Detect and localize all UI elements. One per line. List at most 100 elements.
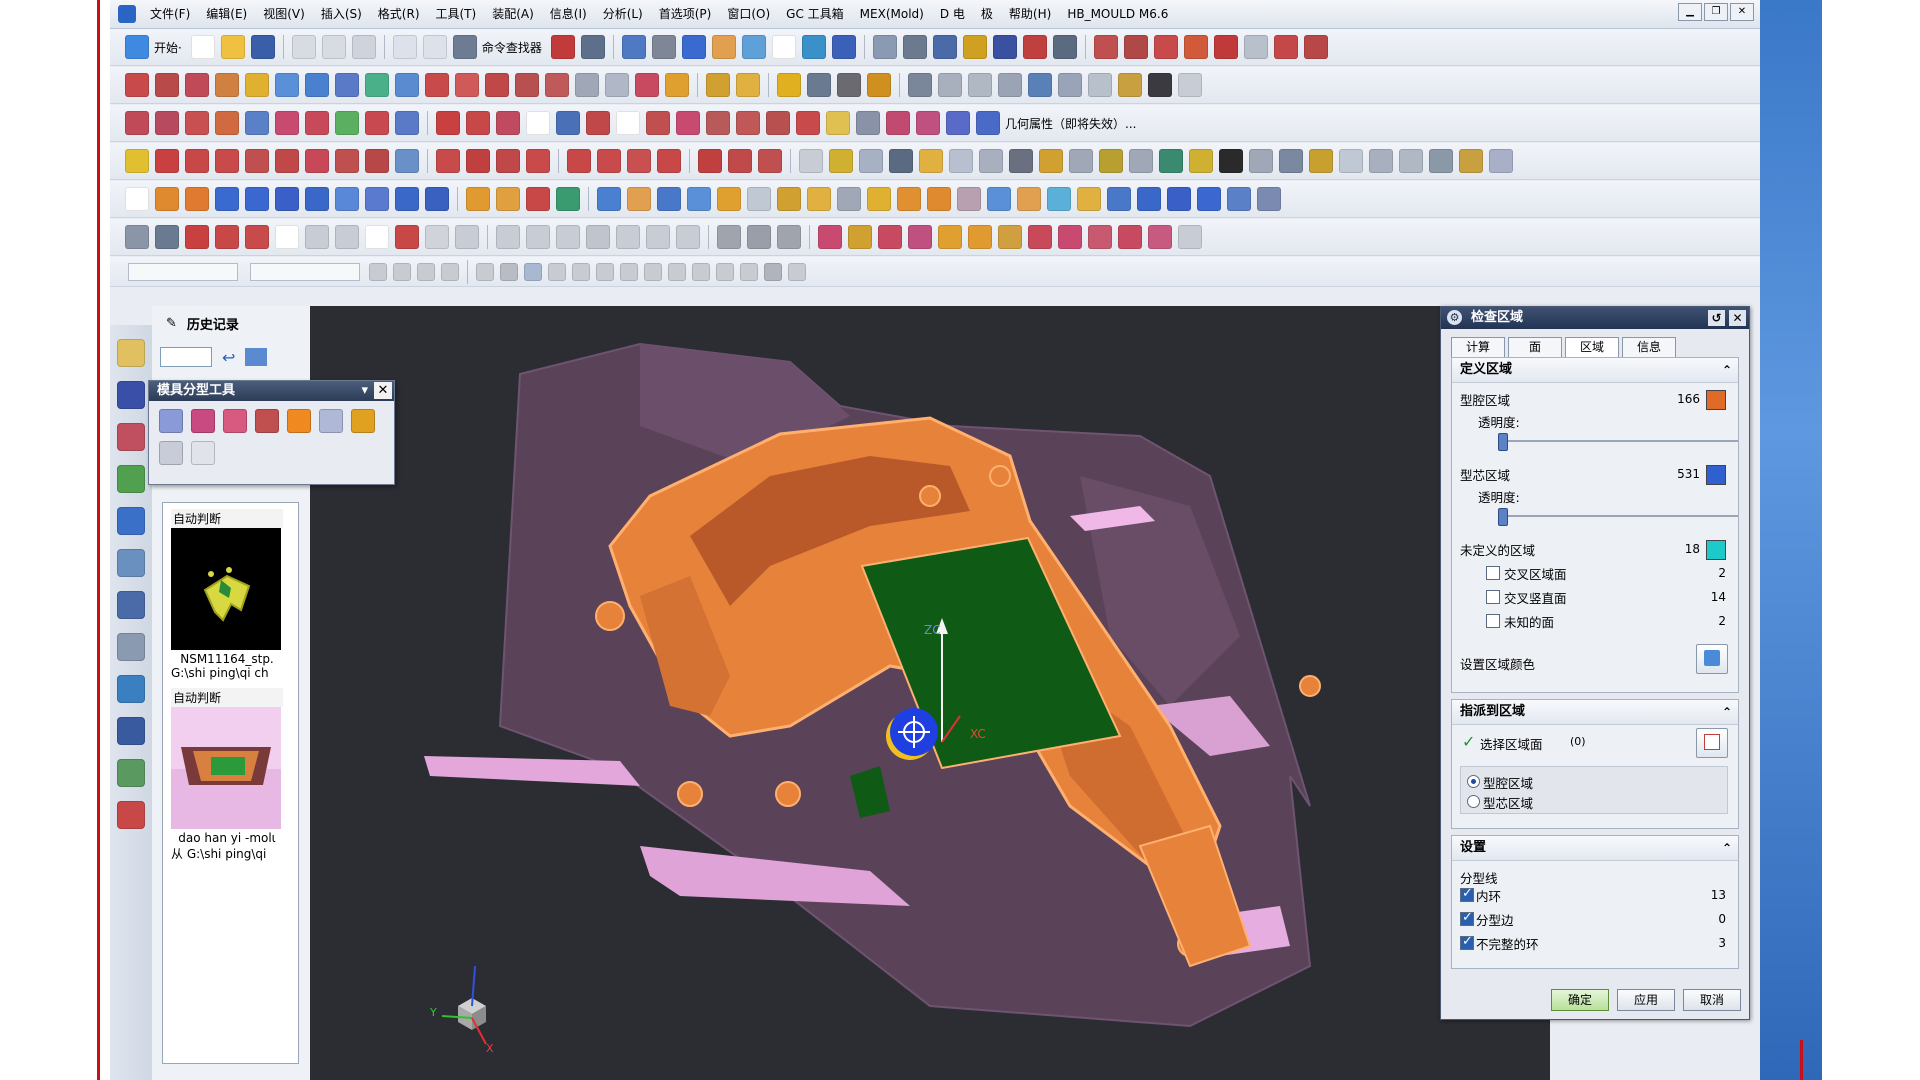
diag-gray-icon[interactable]: [740, 262, 758, 281]
fillet-curve-icon[interactable]: [1213, 35, 1238, 59]
mold-cavity-icon[interactable]: [878, 225, 902, 249]
dialog-titlebar[interactable]: ⚙ 检查区域 ↺ ✕: [1441, 307, 1749, 329]
menu-info[interactable]: 信息(I): [542, 0, 595, 28]
sketch-circle-icon[interactable]: [275, 225, 299, 249]
roles-icon[interactable]: [117, 759, 145, 787]
sketch-spline-icon[interactable]: [395, 225, 419, 249]
bridge-icon[interactable]: [485, 73, 509, 97]
snap-gray-icon[interactable]: [417, 262, 435, 281]
favorite-star-icon[interactable]: [938, 73, 962, 97]
menu-tools[interactable]: 工具(T): [428, 0, 485, 28]
view-triad-icon[interactable]: [801, 35, 826, 59]
type-filter-dropdown[interactable]: [128, 262, 238, 281]
color-wheel-icon[interactable]: [335, 111, 359, 135]
copy-region-icon[interactable]: [159, 441, 183, 465]
orange-block-icon[interactable]: [155, 187, 179, 211]
menu-format[interactable]: 格式(R): [370, 0, 428, 28]
gold-bar-icon[interactable]: [1189, 149, 1213, 173]
close-icon[interactable]: ✕: [374, 382, 392, 399]
mold-pin-icon[interactable]: [998, 225, 1022, 249]
point-icon[interactable]: [496, 111, 520, 135]
unknown-faces-checkbox[interactable]: [1486, 614, 1500, 628]
core-transparency-slider[interactable]: [1498, 508, 1738, 526]
incomplete-loop-checkbox[interactable]: [1460, 934, 1474, 950]
circle-icon[interactable]: [567, 149, 591, 173]
ok-button[interactable]: 确定: [1551, 989, 1609, 1011]
collapse-icon[interactable]: ⌃: [1722, 836, 1732, 860]
slider-knob[interactable]: [1498, 508, 1508, 526]
step-icon[interactable]: [526, 149, 550, 173]
snap-icon[interactable]: [580, 35, 605, 59]
orange-sheet-icon[interactable]: [1017, 187, 1041, 211]
menu-assembly[interactable]: 装配(A): [484, 0, 542, 28]
sphere-gray-icon[interactable]: [500, 262, 518, 281]
paste-icon[interactable]: [351, 35, 376, 59]
chamfer-icon[interactable]: [275, 111, 299, 135]
table-grid-icon[interactable]: [1369, 149, 1393, 173]
fork-icon[interactable]: [796, 111, 820, 135]
mold-cool-icon[interactable]: [1088, 225, 1112, 249]
copy-doc-icon[interactable]: [1489, 149, 1513, 173]
assembly-icon[interactable]: [706, 73, 730, 97]
blue-cube-icon[interactable]: [245, 187, 269, 211]
cluster-icon[interactable]: [1257, 187, 1281, 211]
orange-frame-icon[interactable]: [627, 187, 651, 211]
finish-sketch-icon[interactable]: [155, 225, 179, 249]
view-thumbnail-icon[interactable]: [245, 348, 268, 366]
attribute-icon[interactable]: [976, 111, 1000, 135]
dome-icon[interactable]: [1107, 187, 1131, 211]
join-curve-icon[interactable]: [736, 111, 760, 135]
offset-face-icon[interactable]: [575, 73, 599, 97]
constraint-navigator-icon[interactable]: [117, 381, 145, 409]
orange-curve2-icon[interactable]: [927, 187, 951, 211]
model-scene[interactable]: ZC XC Y X: [310, 306, 1550, 1080]
command-finder-button[interactable]: 命令查找器: [482, 39, 542, 56]
refresh-arrow-icon[interactable]: ↩: [222, 348, 235, 367]
gold-stack-icon[interactable]: [807, 187, 831, 211]
pin-icon[interactable]: ✎: [166, 316, 177, 331]
zoom-curve-icon[interactable]: [1093, 35, 1118, 59]
frame-icon[interactable]: [908, 73, 932, 97]
new-sheet-icon[interactable]: [125, 187, 149, 211]
tab-faces[interactable]: 面: [1508, 337, 1562, 357]
snap-point-icon[interactable]: [125, 149, 149, 173]
mold-door-icon[interactable]: [938, 225, 962, 249]
curve-wave-icon[interactable]: [275, 149, 299, 173]
loop-icon[interactable]: [305, 149, 329, 173]
ruler-icon[interactable]: [1052, 35, 1077, 59]
surface-icon[interactable]: [275, 73, 299, 97]
redo-icon[interactable]: [422, 35, 447, 59]
stack-icon[interactable]: [1069, 149, 1093, 173]
menu-preferences[interactable]: 首选项(P): [651, 0, 720, 28]
ejector-icon[interactable]: [1339, 149, 1363, 173]
core-color-swatch[interactable]: [1706, 465, 1726, 485]
target-gray-icon[interactable]: [692, 262, 710, 281]
axis-icon[interactable]: [889, 149, 913, 173]
sketch-offset-icon[interactable]: [455, 225, 479, 249]
cavity-region-radio[interactable]: [1467, 775, 1480, 788]
curve-gray-icon[interactable]: [620, 262, 638, 281]
navigator-list-icon[interactable]: [191, 441, 215, 465]
cube-frame-icon[interactable]: [916, 111, 940, 135]
cross-icon[interactable]: [1153, 35, 1178, 59]
wcs-icon[interactable]: [902, 35, 927, 59]
sketch-fillet-icon[interactable]: [305, 225, 329, 249]
block-icon[interactable]: [837, 73, 861, 97]
arc-icon[interactable]: [466, 111, 490, 135]
blue-cylinder-icon[interactable]: [425, 187, 449, 211]
sheet-layer-icon[interactable]: [747, 187, 771, 211]
crossing-region-faces-checkbox[interactable]: [1486, 566, 1500, 580]
sketch-rect-icon[interactable]: [365, 225, 389, 249]
apply-button[interactable]: 应用: [1617, 989, 1675, 1011]
sphere-grid-icon[interactable]: [872, 35, 897, 59]
history-filter-dropdown[interactable]: [160, 347, 212, 367]
shield-icon[interactable]: [185, 187, 209, 211]
mold-core-icon[interactable]: [848, 225, 872, 249]
table-icon[interactable]: [1088, 73, 1112, 97]
blend-icon[interactable]: [545, 73, 569, 97]
slash-icon[interactable]: [466, 149, 490, 173]
help-icon[interactable]: [1178, 73, 1202, 97]
blue-block-icon[interactable]: [215, 187, 239, 211]
bracket-block-icon[interactable]: [1249, 149, 1273, 173]
text-style-icon[interactable]: [1148, 73, 1172, 97]
